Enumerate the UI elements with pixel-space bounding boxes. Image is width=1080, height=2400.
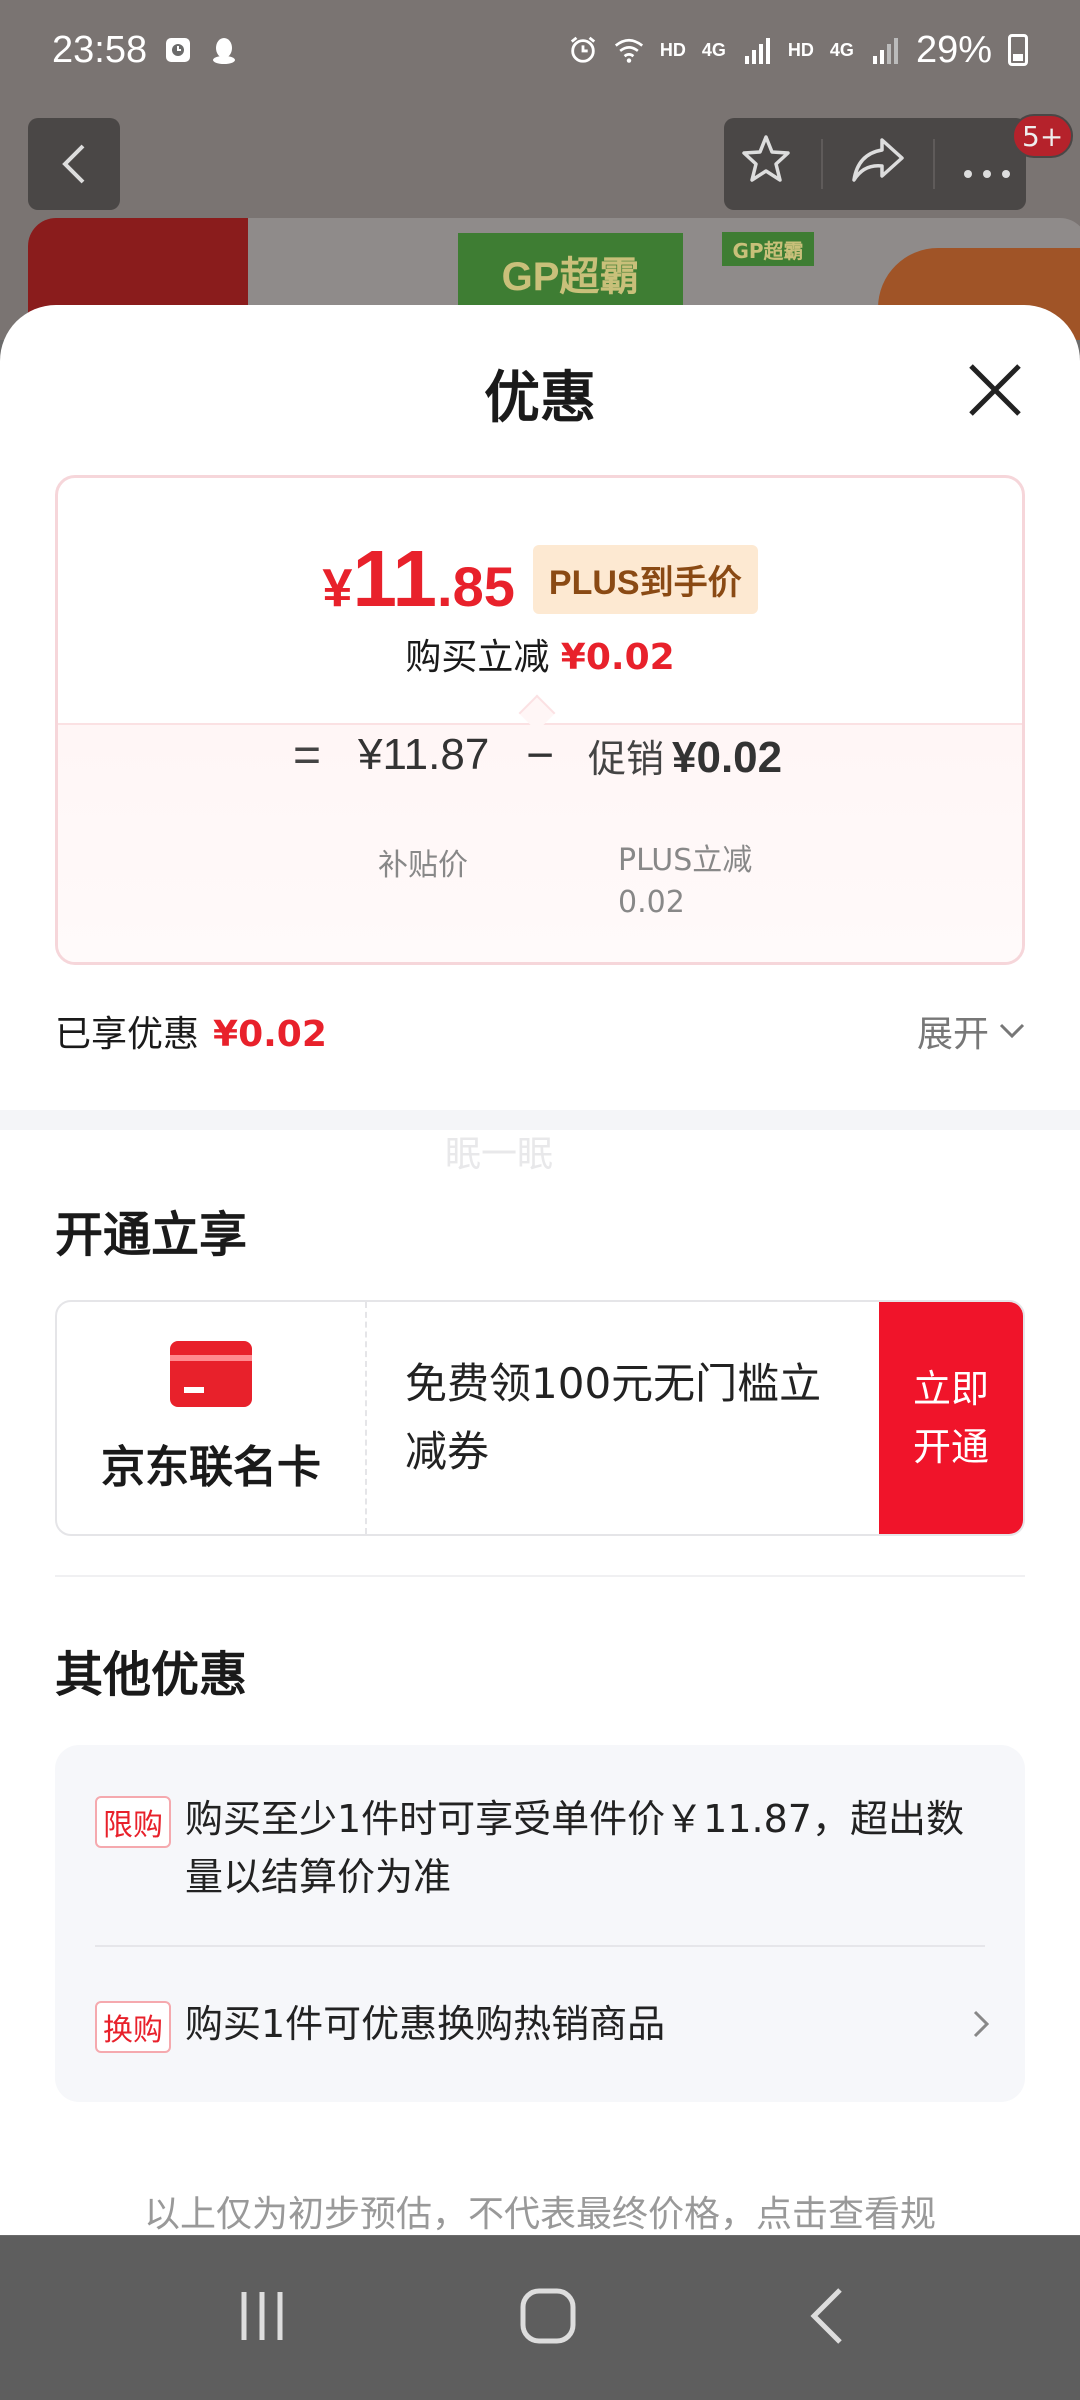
network-hd-label-2: HD [787, 39, 814, 60]
home-button[interactable] [519, 2287, 577, 2349]
home-icon [520, 2288, 576, 2344]
network-4g-label: 4G [701, 39, 726, 60]
price-breakdown: = ¥11.87 − 促销 ¥0.02 补贴价 PLUS立减 0.02 [58, 723, 1022, 962]
card-description: 免费领100元无门槛立减券 [405, 1359, 822, 1476]
sheet-title: 优惠 [484, 366, 596, 431]
chevron-down-icon [999, 1023, 1025, 1039]
notification-badge: 5+ [1012, 114, 1074, 158]
co-brand-card-offer: 京东联名卡 免费领100元无门槛立减券 立即开通 [55, 1300, 1025, 1536]
discount-sheet: 优惠 ¥11.85 PLUS到手价 购买立减 ¥0.02 = ¥11.87 − … [0, 305, 1080, 2235]
back-arrow-icon [810, 2288, 842, 2344]
qq-icon [209, 35, 239, 65]
final-price: ¥11.85 [322, 534, 515, 623]
offer-text-limit: 购买至少1件时可享受单件价￥11.87，超出数量以结算价为准 [185, 1797, 964, 1899]
price-card: ¥11.85 PLUS到手价 购买立减 ¥0.02 = ¥11.87 − 促销 … [55, 475, 1025, 965]
wifi-icon [614, 35, 644, 65]
more-icon [964, 170, 1011, 178]
section-separator [55, 1575, 1025, 1577]
share-button[interactable] [850, 134, 906, 195]
status-time: 23:58 [52, 28, 148, 71]
back-button[interactable] [28, 118, 120, 210]
minus-sign: − [526, 728, 555, 782]
status-bar: 23:58 HD 4G HD 4G 29% [0, 0, 1080, 100]
system-nav-bar [0, 2236, 1080, 2400]
offer-limit: 限购 购买至少1件时可享受单件价￥11.87，超出数量以结算价为准 [95, 1790, 985, 1906]
more-button[interactable] [962, 137, 1012, 191]
signal-icon [742, 35, 772, 65]
subsidy-price: ¥11.87 [358, 730, 490, 779]
offer-text-exchange: 购买1件可优惠换购热销商品 [185, 2002, 666, 2046]
subsidy-label: 补贴价 [378, 848, 468, 883]
action-divider [820, 139, 823, 189]
star-icon [741, 134, 790, 182]
share-icon [852, 137, 904, 182]
other-section-title: 其他优惠 [55, 1647, 248, 1703]
promo-value: 促销 ¥0.02 [588, 732, 783, 782]
disclaimer-link[interactable]: 以上仅为初步预估，不代表最终价格，点击查看规 [0, 2185, 1080, 2235]
enjoyed-label: 已享优惠 [55, 1014, 200, 1055]
network-4g-label-2: 4G [829, 39, 854, 60]
brand-logo: GP超霸 [458, 233, 683, 313]
expand-button[interactable]: 展开 [917, 1005, 1025, 1057]
enjoyed-value: ¥0.02 [213, 1014, 327, 1055]
open-section-title: 开通立享 [55, 1207, 248, 1263]
offer-exchange[interactable]: 换购 购买1件可优惠换购热销商品 [95, 1995, 985, 2053]
chevron-right-icon[interactable] [973, 2010, 990, 2042]
offer-divider [95, 1945, 985, 1947]
brand-logo-small: GP超霸 [722, 232, 814, 266]
other-offers-box: 限购 购买至少1件时可享受单件价￥11.87，超出数量以结算价为准 换购 购买1… [55, 1745, 1025, 2102]
equals-sign: = [293, 728, 322, 782]
close-icon [969, 364, 1021, 416]
recent-apps-button[interactable] [234, 2288, 290, 2348]
calendar-icon [163, 35, 193, 65]
purchase-reduction: 购买立减 ¥0.02 [405, 637, 675, 678]
top-actions [724, 118, 1026, 210]
plus-reduce-label: PLUS立减 0.02 [618, 843, 753, 920]
watermark: 眠一眠 [445, 1134, 554, 1175]
recent-apps-icon [241, 2292, 283, 2340]
chevron-left-icon [62, 144, 85, 184]
action-divider-2 [933, 139, 936, 189]
network-hd-label: HD [659, 39, 686, 60]
plus-price-tag: PLUS到手价 [532, 544, 758, 614]
battery-icon [1008, 34, 1028, 66]
alarm-icon [568, 35, 598, 65]
offer-tag-limit: 限购 [95, 1796, 171, 1848]
battery-percent: 29% [915, 28, 992, 71]
favorite-button[interactable] [738, 131, 794, 198]
signal-icon-2 [870, 35, 900, 65]
system-back-button[interactable] [806, 2286, 846, 2350]
open-now-button[interactable]: 立即开通 [879, 1302, 1023, 1534]
close-button[interactable] [960, 355, 1030, 425]
enjoyed-discount-row: 已享优惠 ¥0.02 展开 [55, 1005, 1025, 1057]
offer-tag-exchange: 换购 [95, 2001, 171, 2053]
card-name: 京东联名卡 [101, 1442, 321, 1493]
credit-card-icon [170, 1341, 252, 1407]
